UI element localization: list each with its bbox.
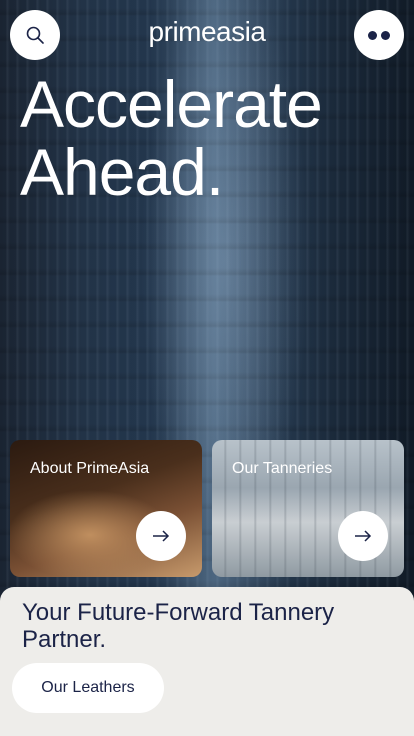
more-dots-icon [368, 30, 390, 40]
headline-line-2: Ahead. [20, 135, 224, 209]
arrow-right-icon [355, 530, 372, 542]
tanneries-card-label: Our Tanneries [232, 460, 333, 477]
about-card-label: About PrimeAsia [30, 460, 150, 477]
tagline: Your Future-Forward Tannery Partner. [22, 599, 335, 653]
brand-logo[interactable]: primeasia [0, 16, 414, 48]
tanneries-card-arrow-button[interactable] [338, 511, 388, 561]
hero-headline: Accelerate Ahead. [20, 67, 323, 209]
menu-button[interactable] [354, 10, 404, 60]
our-leathers-button[interactable]: Our Leathers [12, 663, 164, 713]
headline-line-1: Accelerate [20, 67, 323, 141]
about-card[interactable]: About PrimeAsia [10, 440, 202, 577]
arrow-right-icon [153, 530, 170, 542]
about-card-arrow-button[interactable] [136, 511, 186, 561]
hero-screen: primeasia Accelerate Ahead. About PrimeA… [0, 0, 414, 736]
tanneries-card[interactable]: Our Tanneries [212, 440, 404, 577]
bottom-sheet: Your Future-Forward Tannery Partner. Our… [0, 587, 414, 736]
